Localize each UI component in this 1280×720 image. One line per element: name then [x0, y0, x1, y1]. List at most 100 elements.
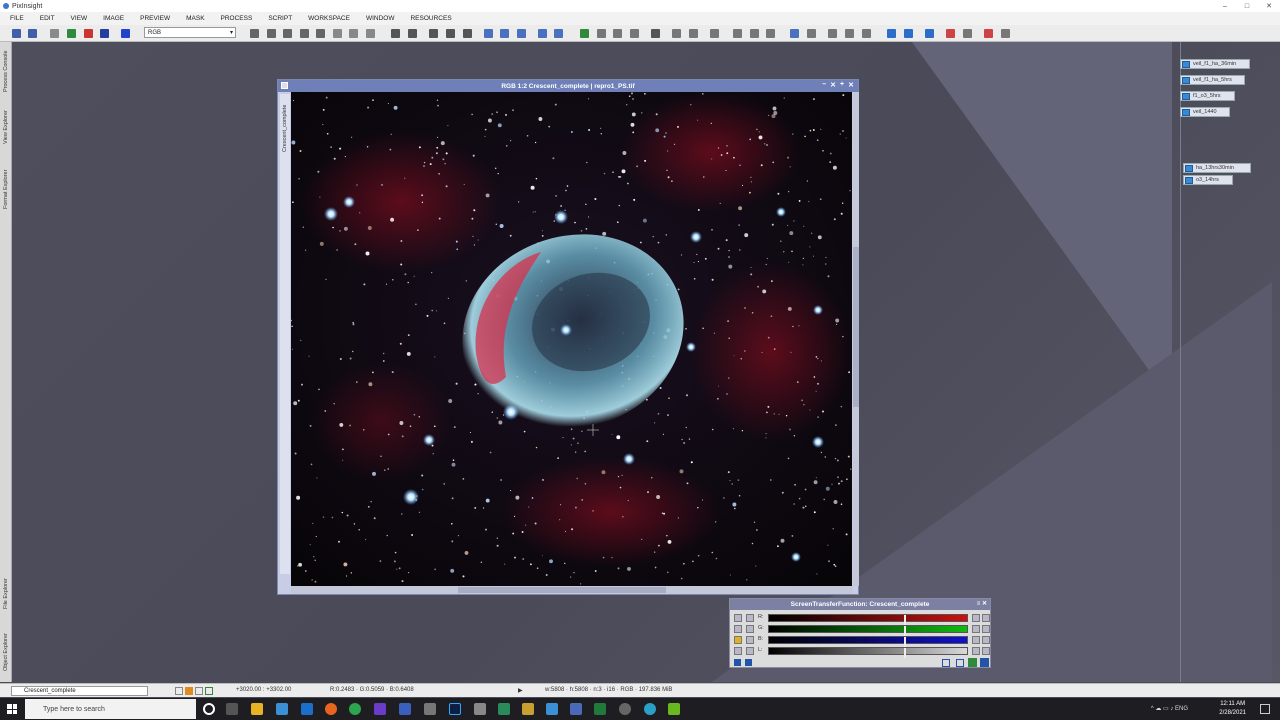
tab-object-explorer[interactable]: Object Explorer [1, 626, 11, 678]
zoom-in-icon[interactable] [391, 29, 400, 38]
firefox-icon[interactable] [325, 703, 337, 715]
mask-invert-icon[interactable] [554, 29, 563, 38]
monitor-icon[interactable] [982, 647, 990, 655]
execute-icon[interactable] [100, 29, 109, 38]
vertical-scrollbar[interactable] [853, 92, 859, 586]
shade-button[interactable]: – [822, 81, 826, 89]
auto-stretch-icon[interactable] [734, 636, 742, 644]
zoom-1-1-icon[interactable] [429, 29, 438, 38]
mask-show-icon[interactable] [538, 29, 547, 38]
preview-delete-icon[interactable] [517, 29, 526, 38]
image-icon[interactable]: veil_f1_ha_5hrs [1180, 75, 1245, 85]
minimize-button[interactable]: – [1214, 0, 1236, 12]
wrench-icon[interactable] [734, 647, 742, 655]
menu-file[interactable]: FILE [10, 15, 24, 22]
menu-resources[interactable]: RESOURCES [410, 15, 451, 22]
reset-icon[interactable] [972, 625, 980, 633]
arrows-icon[interactable] [746, 647, 754, 655]
photoshop-icon[interactable] [449, 703, 461, 715]
cfa-icon[interactable] [766, 29, 775, 38]
settings-icon[interactable] [982, 636, 990, 644]
channel-select[interactable]: RGB ▾ [144, 27, 236, 38]
menu-workspace[interactable]: WORKSPACE [308, 15, 350, 22]
cortana-icon[interactable] [203, 703, 215, 715]
tab-format-explorer[interactable]: Format Explorer [1, 160, 11, 218]
stf-boost-icon[interactable] [750, 29, 759, 38]
stf-slider-luminance[interactable] [768, 647, 968, 658]
window-menu-icon[interactable] [281, 82, 288, 89]
workspace-1-icon[interactable] [887, 29, 896, 38]
zoom-out-icon[interactable] [408, 29, 417, 38]
windows-start-icon[interactable] [7, 704, 17, 714]
display-mask-icon[interactable] [205, 687, 213, 695]
nvidia-icon[interactable] [668, 703, 680, 715]
close-button[interactable]: ✕ [848, 81, 854, 89]
link-icon[interactable] [734, 614, 742, 622]
pointer-icon[interactable] [746, 614, 754, 622]
zoom-fit-icon[interactable] [283, 29, 292, 38]
window-deiconize-icon[interactable] [862, 29, 871, 38]
taskbar-search-input[interactable]: Type here to search [25, 699, 196, 719]
move-icon[interactable] [250, 29, 259, 38]
image-icon[interactable]: veil_f1_ha_36min [1180, 59, 1250, 69]
tab-process-console[interactable]: Process Console [1, 44, 11, 98]
image-icon[interactable]: f1_o3_5hrs [1180, 91, 1235, 101]
workspace-5-icon[interactable] [963, 29, 972, 38]
menu-preview[interactable]: PREVIEW [140, 15, 170, 22]
stop-icon[interactable] [84, 29, 93, 38]
image-icon[interactable]: o3_14hrs [1183, 175, 1233, 185]
scrollbar-thumb[interactable] [458, 587, 666, 593]
view-select[interactable]: Crescent_complete [11, 686, 148, 696]
settings-icon[interactable] [982, 625, 990, 633]
display-color-icon[interactable] [185, 687, 193, 695]
image-window-titlebar[interactable]: RGB 1:2 Crescent_complete | repro1_PS.ti… [278, 80, 858, 92]
scrollbar-thumb[interactable] [853, 247, 859, 407]
history-icon[interactable] [50, 29, 59, 38]
close-button[interactable]: ✕ [1258, 0, 1280, 12]
readout-icon[interactable] [349, 29, 358, 38]
maximize-button[interactable]: □ [1236, 0, 1258, 12]
mail-icon[interactable] [546, 703, 558, 715]
menu-window[interactable]: WINDOW [366, 15, 395, 22]
center-icon[interactable] [316, 29, 325, 38]
app-icon[interactable] [424, 703, 436, 715]
menu-image[interactable]: IMAGE [103, 15, 124, 22]
window-iconize-icon[interactable] [845, 29, 854, 38]
settings-icon[interactable] [619, 703, 631, 715]
select-icon[interactable] [333, 29, 342, 38]
horizontal-scrollbar[interactable] [291, 586, 853, 594]
app-icon[interactable] [399, 703, 411, 715]
workspace-4-icon[interactable] [946, 29, 955, 38]
pan-icon[interactable] [300, 29, 309, 38]
window-arrange-icon[interactable] [828, 29, 837, 38]
stf-window-controls[interactable]: ≡ ✕ [977, 600, 987, 607]
app-icon[interactable] [374, 703, 386, 715]
stf-auto-icon[interactable] [672, 29, 681, 38]
edge-icon[interactable] [301, 703, 313, 715]
channel-red-icon[interactable] [580, 29, 589, 38]
workspace-3-icon[interactable] [925, 29, 934, 38]
redo-icon[interactable] [28, 29, 37, 38]
channel-blue-icon[interactable] [613, 29, 622, 38]
app-icon[interactable] [498, 703, 510, 715]
window-cascade-icon[interactable] [807, 29, 816, 38]
zoom-1-4-icon[interactable] [463, 29, 472, 38]
zoom-out-icon[interactable] [746, 636, 754, 644]
app-icon[interactable] [522, 703, 534, 715]
tab-view-explorer[interactable]: View Explorer [1, 104, 11, 150]
new-instance-icon[interactable] [734, 659, 741, 666]
app-icon[interactable] [644, 703, 656, 715]
stf-link-icon[interactable] [651, 29, 660, 38]
zoom-in-icon[interactable] [746, 625, 754, 633]
menu-edit[interactable]: EDIT [40, 15, 55, 22]
zoom-in-icon[interactable] [734, 625, 742, 633]
file-explorer-icon[interactable] [251, 703, 263, 715]
play-icon[interactable]: ▶ [518, 687, 523, 694]
channel-lum-icon[interactable] [630, 29, 639, 38]
settings-icon[interactable] [982, 614, 990, 622]
image-icon[interactable]: ha_13hrs30min [1183, 163, 1251, 173]
stf-slider-red[interactable] [768, 614, 968, 625]
display-grid-icon[interactable] [195, 687, 203, 695]
browse-icon[interactable] [942, 659, 950, 667]
mask-icon[interactable] [121, 29, 130, 38]
